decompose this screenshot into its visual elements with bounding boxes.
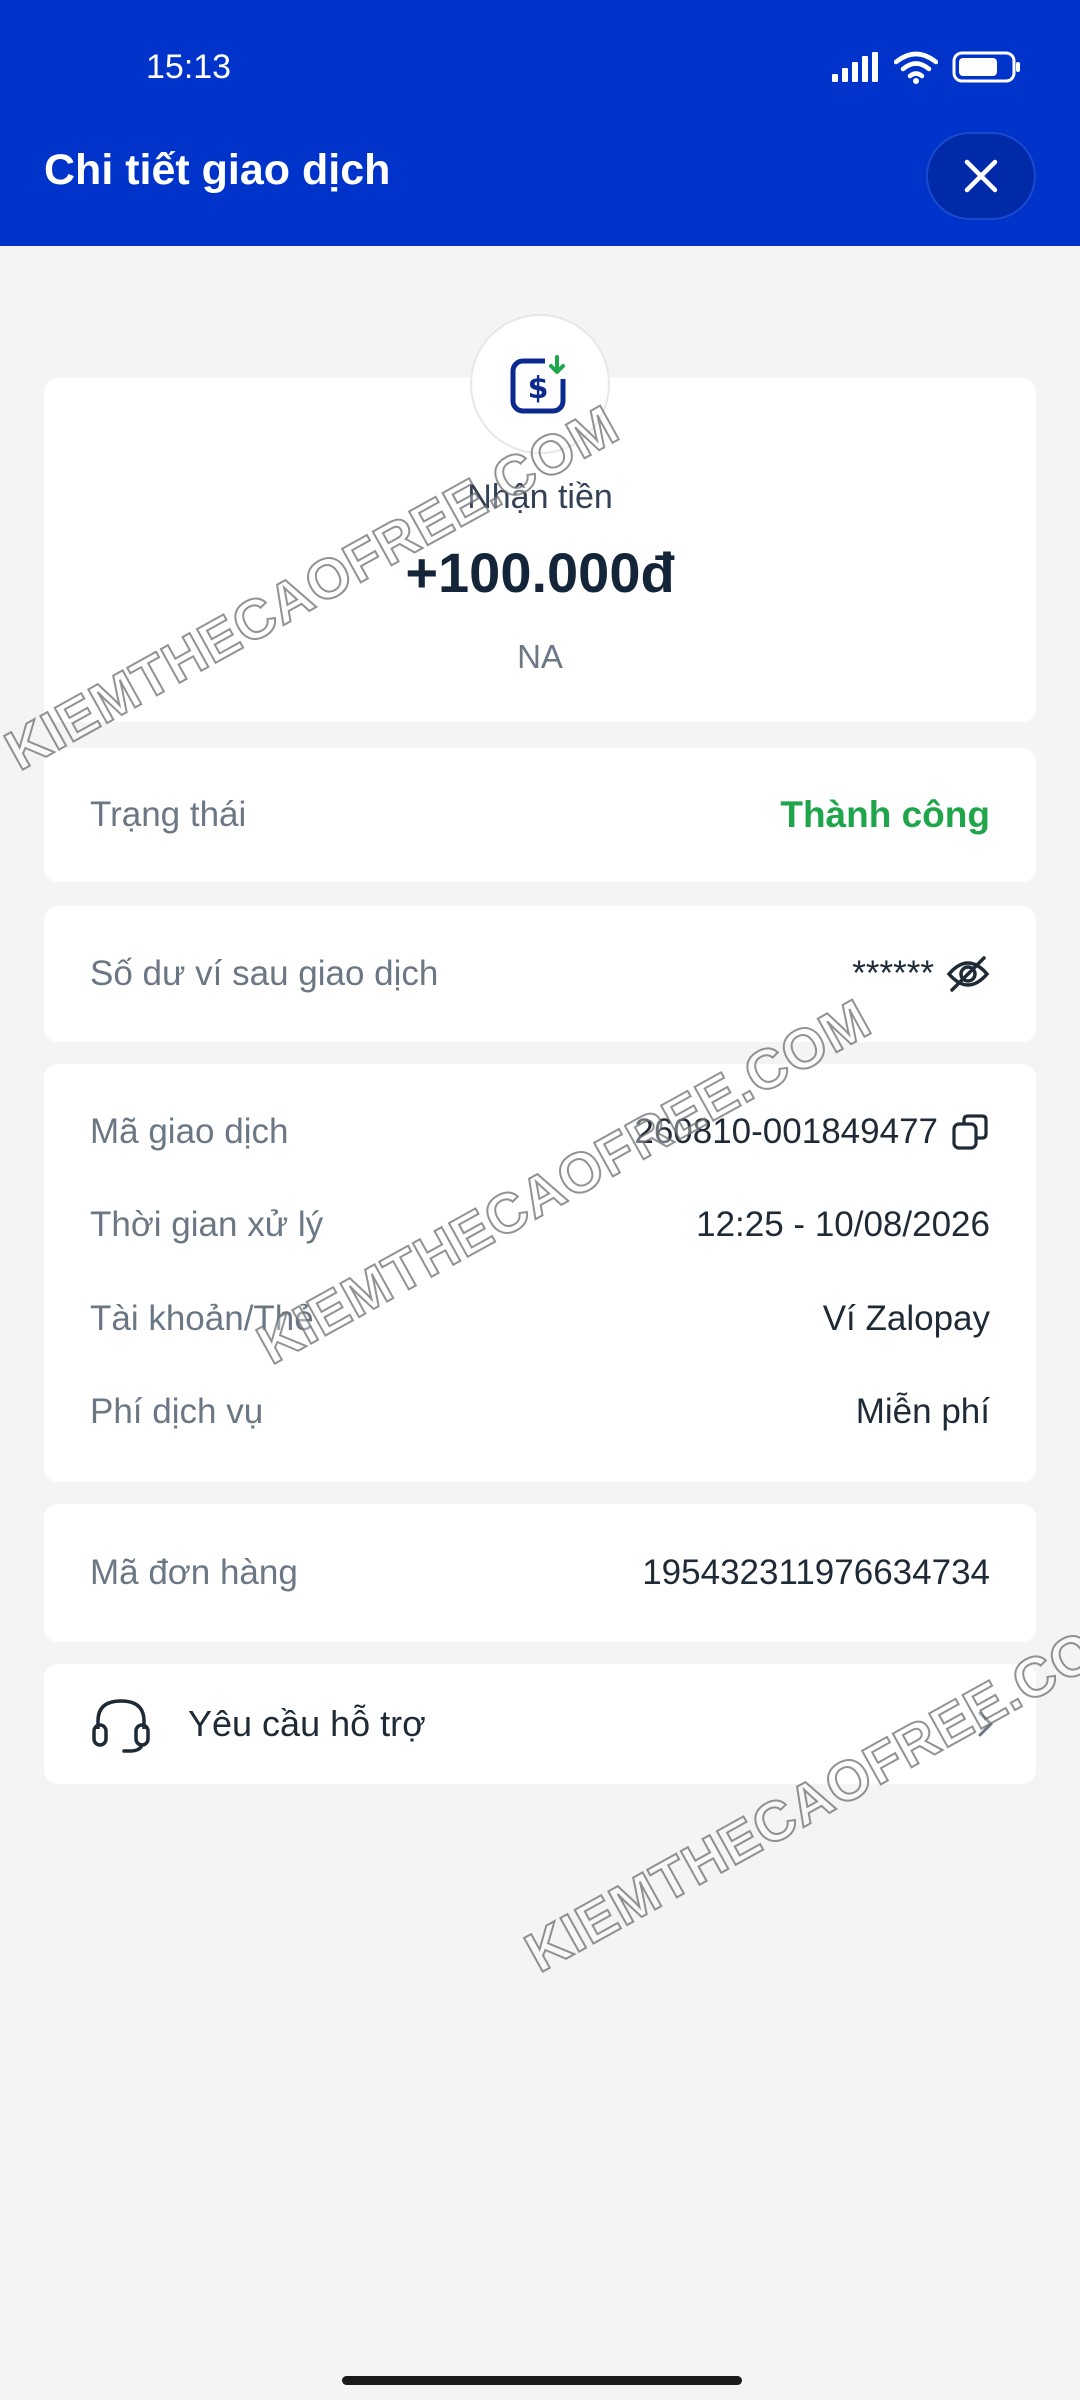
detail-value: Miễn phí bbox=[855, 1392, 990, 1431]
order-row: Mã đơn hàng 195432311976634734 bbox=[90, 1504, 990, 1642]
status-icons bbox=[832, 50, 1022, 84]
detail-row-account: Tài khoản/Thẻ Ví Zalopay bbox=[90, 1291, 990, 1347]
details-card: Mã giao dịch 260810-001849477 Thời gian … bbox=[44, 1064, 1036, 1482]
status-label: Trạng thái bbox=[90, 795, 247, 834]
balance-card: Số dư ví sau giao dịch ****** bbox=[44, 906, 1036, 1042]
wifi-icon bbox=[894, 51, 938, 84]
balance-value: ****** bbox=[852, 954, 934, 993]
headset-icon bbox=[92, 1699, 150, 1753]
detail-row-transaction-id: Mã giao dịch 260810-001849477 bbox=[90, 1104, 990, 1160]
signal-icon bbox=[832, 52, 878, 82]
order-value: 195432311976634734 bbox=[642, 1553, 990, 1592]
status-row: Trạng thái Thành công bbox=[90, 748, 990, 882]
detail-value: 12:25 - 10/08/2026 bbox=[696, 1205, 990, 1244]
svg-text:$: $ bbox=[528, 371, 549, 406]
page-title: Chi tiết giao dịch bbox=[44, 146, 391, 194]
status-time: 15:13 bbox=[146, 48, 232, 86]
receive-money-icon: $ bbox=[510, 355, 569, 414]
battery-icon bbox=[952, 51, 1020, 83]
close-icon bbox=[964, 159, 998, 193]
order-label: Mã đơn hàng bbox=[90, 1553, 298, 1592]
watermark: KIEMTHECAOFREE.COM bbox=[514, 1593, 1080, 1985]
app-header: 15:13 Chi tiết giao dịch bbox=[0, 0, 1080, 246]
copy-icon[interactable] bbox=[950, 1112, 990, 1152]
transaction-amount: +100.000đ bbox=[405, 541, 675, 604]
close-button[interactable] bbox=[926, 132, 1036, 220]
detail-label: Phí dịch vụ bbox=[90, 1392, 264, 1431]
eye-off-icon[interactable] bbox=[946, 954, 990, 994]
detail-label: Thời gian xử lý bbox=[90, 1205, 324, 1244]
detail-label: Mã giao dịch bbox=[90, 1112, 289, 1151]
status-card: Trạng thái Thành công bbox=[44, 748, 1036, 882]
status-value: Thành công bbox=[780, 794, 990, 835]
home-indicator[interactable] bbox=[342, 2376, 742, 2385]
balance-label: Số dư ví sau giao dịch bbox=[90, 954, 439, 993]
order-card: Mã đơn hàng 195432311976634734 bbox=[44, 1504, 1036, 1642]
detail-value: Ví Zalopay bbox=[822, 1299, 990, 1338]
detail-row-fee: Phí dịch vụ Miễn phí bbox=[90, 1384, 990, 1440]
balance-value-group: ****** bbox=[852, 954, 990, 994]
